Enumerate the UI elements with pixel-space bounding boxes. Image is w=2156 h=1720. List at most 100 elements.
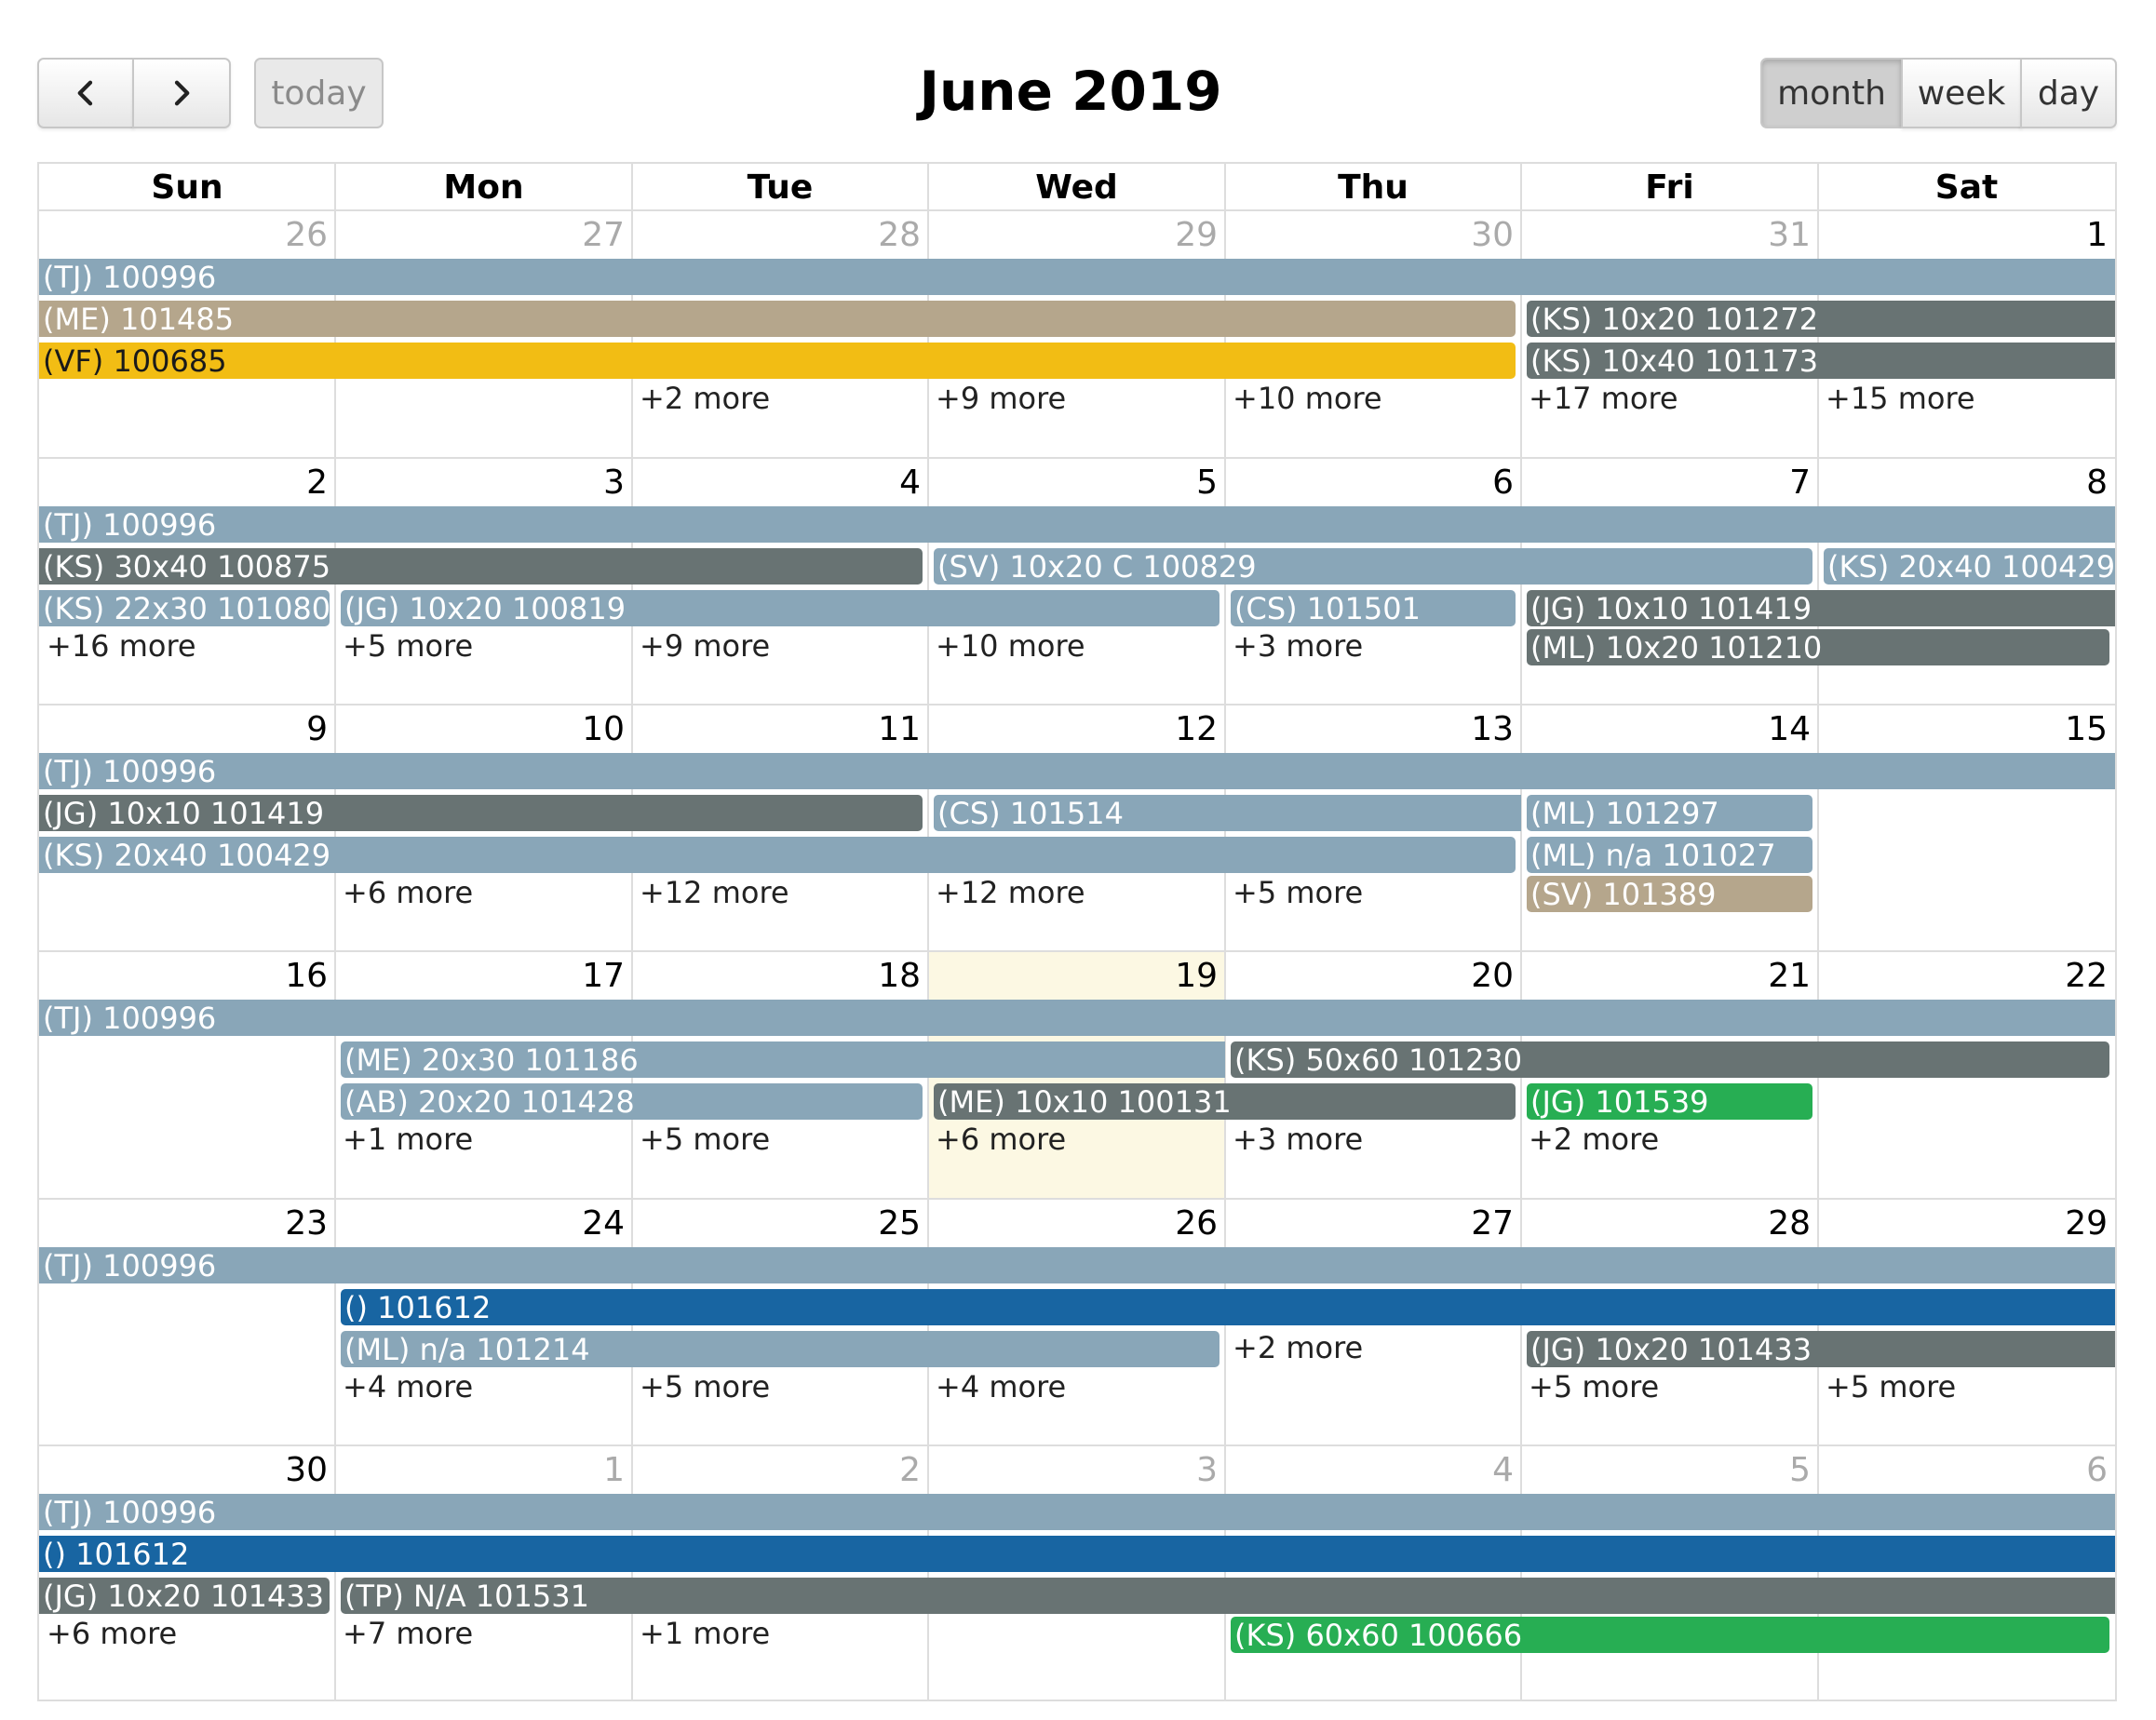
day-number[interactable]: 2 [632,1445,921,1492]
more-events-link[interactable]: +3 more [1225,1121,1363,1158]
day-number[interactable]: 15 [1818,705,2108,751]
day-number[interactable]: 28 [1521,1199,1811,1245]
calendar-event[interactable]: (JG) 10x20 101433 [39,1578,330,1614]
day-number[interactable]: 7 [1521,458,1811,504]
day-number[interactable]: 5 [1521,1445,1811,1492]
day-number[interactable]: 14 [1521,705,1811,751]
more-events-link[interactable]: +6 more [928,1121,1066,1158]
day-number[interactable]: 27 [1225,1199,1514,1245]
more-events-link[interactable]: +5 more [632,1368,770,1405]
prev-month-button[interactable] [37,58,134,128]
calendar-event[interactable]: (KS) 10x40 101173 [1527,343,2115,379]
day-number[interactable]: 1 [335,1445,625,1492]
day-number[interactable]: 23 [39,1199,328,1245]
more-events-link[interactable]: +5 more [1818,1368,1956,1405]
calendar-event[interactable]: (JG) 101539 [1527,1083,1812,1120]
calendar-event[interactable]: (JG) 10x20 100819 [341,590,1219,626]
calendar-event[interactable]: (TJ) 100996 [39,1494,2115,1530]
more-events-link[interactable]: +1 more [632,1615,770,1652]
calendar-event[interactable]: (KS) 30x40 100875 [39,548,923,585]
view-day-button[interactable]: day [2020,58,2117,128]
calendar-event[interactable]: (ML) n/a 101214 [341,1331,1219,1367]
day-number[interactable]: 3 [928,1445,1218,1492]
calendar-event[interactable]: (TJ) 100996 [39,259,2115,295]
day-number[interactable]: 3 [335,458,625,504]
calendar-event[interactable]: (CS) 101514 [934,795,1521,831]
calendar-event[interactable]: (TJ) 100996 [39,753,2115,789]
calendar-event[interactable]: (KS) 20x40 100429 [39,837,1516,873]
calendar-event[interactable]: (ME) 20x30 101186 [341,1041,1225,1078]
day-number[interactable]: 25 [632,1199,921,1245]
calendar-event[interactable]: () 101612 [39,1536,2115,1572]
more-events-link[interactable]: +10 more [1225,380,1382,417]
more-events-link[interactable]: +12 more [928,874,1085,911]
calendar-event[interactable]: (TJ) 100996 [39,1247,2115,1283]
more-events-link[interactable]: +5 more [632,1121,770,1158]
day-number[interactable]: 18 [632,951,921,998]
day-number[interactable]: 30 [39,1445,328,1492]
more-events-link[interactable]: +5 more [335,627,473,665]
day-number[interactable]: 2 [39,458,328,504]
more-events-link[interactable]: +4 more [335,1368,473,1405]
calendar-event[interactable]: (ML) n/a 101027 [1527,837,1812,873]
view-month-button[interactable]: month [1760,58,1903,128]
more-events-link[interactable]: +5 more [1225,874,1363,911]
more-events-link[interactable]: +1 more [335,1121,473,1158]
calendar-event[interactable]: (ME) 10x10 100131 [934,1083,1516,1120]
day-number[interactable]: 26 [928,1199,1218,1245]
day-number[interactable]: 5 [928,458,1218,504]
calendar-event[interactable]: (ME) 101485 [39,301,1516,337]
more-events-link[interactable]: +4 more [928,1368,1066,1405]
calendar-event[interactable]: (VF) 100685 [39,343,1516,379]
day-number[interactable]: 19 [928,951,1218,998]
calendar-event[interactable]: (TJ) 100996 [39,1000,2115,1036]
day-number[interactable]: 29 [928,210,1218,257]
day-number[interactable]: 26 [39,210,328,257]
more-events-link[interactable]: +2 more [1521,1121,1659,1158]
day-number[interactable]: 13 [1225,705,1514,751]
calendar-event[interactable]: (KS) 22x30 101080 [39,590,330,626]
more-events-link[interactable]: +5 more [1521,1368,1659,1405]
day-number[interactable]: 29 [1818,1199,2108,1245]
more-events-link[interactable]: +2 more [632,380,770,417]
more-events-link[interactable]: +6 more [335,874,473,911]
more-events-link[interactable]: +6 more [39,1615,177,1652]
calendar-event[interactable]: (AB) 20x20 101428 [341,1083,923,1120]
more-events-link[interactable]: +3 more [1225,627,1363,665]
calendar-event[interactable]: (SV) 10x20 C 100829 [934,548,1812,585]
more-events-link[interactable]: +16 more [39,627,196,665]
calendar-event[interactable]: (TJ) 100996 [39,506,2115,543]
day-number[interactable]: 8 [1818,458,2108,504]
day-number[interactable]: 17 [335,951,625,998]
day-number[interactable]: 6 [1818,1445,2108,1492]
day-number[interactable]: 6 [1225,458,1514,504]
calendar-event[interactable]: (CS) 101501 [1231,590,1516,626]
more-events-link[interactable]: +9 more [632,627,770,665]
day-number[interactable]: 28 [632,210,921,257]
calendar-event[interactable]: (TP) N/A 101531 [341,1578,2115,1614]
calendar-event[interactable]: (KS) 10x20 101272 [1527,301,2115,337]
more-events-link[interactable]: +12 more [632,874,789,911]
day-number[interactable]: 16 [39,951,328,998]
day-number[interactable]: 4 [632,458,921,504]
day-number[interactable]: 20 [1225,951,1514,998]
calendar-event[interactable]: (SV) 101389 [1527,876,1812,912]
day-number[interactable]: 22 [1818,951,2108,998]
more-events-link[interactable]: +7 more [335,1615,473,1652]
day-number[interactable]: 21 [1521,951,1811,998]
more-events-link[interactable]: +17 more [1521,380,1678,417]
calendar-event[interactable]: (KS) 60x60 100666 [1231,1617,2109,1653]
view-week-button[interactable]: week [1901,58,2022,128]
day-number[interactable]: 30 [1225,210,1514,257]
day-number[interactable]: 24 [335,1199,625,1245]
calendar-event[interactable]: () 101612 [341,1289,2115,1325]
more-events-link[interactable]: +9 more [928,380,1066,417]
calendar-event[interactable]: (KS) 50x60 101230 [1231,1041,2109,1078]
day-number[interactable]: 9 [39,705,328,751]
calendar-event[interactable]: (KS) 20x40 100429 [1824,548,2115,585]
day-number[interactable]: 1 [1818,210,2108,257]
day-number[interactable]: 4 [1225,1445,1514,1492]
more-events-link[interactable]: +2 more [1225,1329,1363,1366]
day-number[interactable]: 31 [1521,210,1811,257]
day-number[interactable]: 11 [632,705,921,751]
